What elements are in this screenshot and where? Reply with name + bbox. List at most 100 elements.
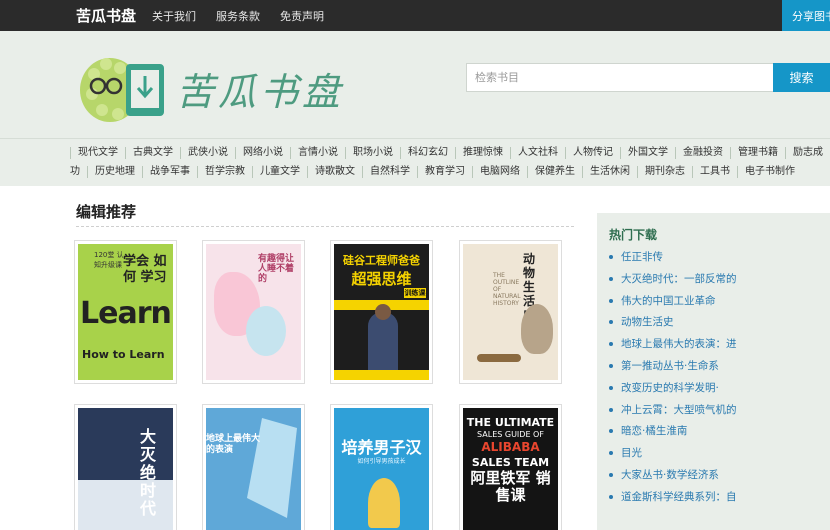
cover-big-text: Learn [80,296,172,331]
category-link[interactable]: 战争军事 [142,166,197,178]
category-link[interactable]: 古典文学 [125,147,180,159]
category-link[interactable]: 科幻玄幻 [400,147,455,159]
book-cover-card[interactable]: 硅谷工程师爸爸 超强思维 训练课 [330,240,433,384]
bullet-icon [609,320,613,325]
hot-download-item[interactable]: 道金斯科学经典系列：自 [609,489,737,511]
category-link[interactable]: 推理惊悚 [455,147,510,159]
cover-tagline: How to Learn [82,348,165,361]
bullet-icon [609,363,613,368]
category-link[interactable]: 管理书籍 [730,147,785,159]
category-link[interactable]: 电脑网络 [472,166,527,178]
category-link[interactable]: 武侠小说 [180,147,235,159]
category-link[interactable]: 功 [70,166,87,178]
cover-illustration [246,306,286,356]
bitter-gourd-logo-icon[interactable] [80,50,170,130]
book-cover-image[interactable]: 地球上最伟大的表演 [206,408,301,530]
hot-download-item[interactable]: 伟大的中国工业革命 [609,293,737,315]
book-cover-card[interactable]: 有趣得让人睡不着的 [202,240,305,384]
hot-download-link[interactable]: 大家丛书·数学经济系 [621,469,719,481]
hot-download-link[interactable]: 第一推动丛书·生命系 [621,360,719,372]
bullet-icon [609,429,613,434]
hot-download-item[interactable]: 地球上最伟大的表演：进 [609,336,737,358]
category-link[interactable]: 言情小说 [290,147,345,159]
bullet-icon [609,276,613,281]
hot-download-item[interactable]: 暗恋·橘生淮南 [609,423,737,445]
logo-wordmark[interactable]: 苦瓜书盘 [176,61,344,116]
hot-download-item[interactable]: 大家丛书·数学经济系 [609,467,737,489]
book-cover-card[interactable]: 大灭绝时代 [74,404,177,530]
category-link[interactable]: 生活休闲 [582,166,637,178]
category-link[interactable]: 网络小说 [235,147,290,159]
book-cover-image[interactable]: 有趣得让人睡不着的 [206,244,301,380]
cover-title: 地球上最伟大的表演 [206,434,261,455]
book-cover-image[interactable]: THE ULTIMATE SALES GUIDE OF ALIBABA SALE… [463,408,558,530]
cover-illustration [368,312,398,374]
hot-download-link[interactable]: 目光 [621,447,642,459]
hot-download-link[interactable]: 道金斯科学经典系列：自 [621,491,737,503]
nav-about[interactable]: 关于我们 [152,8,196,24]
book-cover-image[interactable]: 动物生活史 THE OUTLINE OF NATURAL HISTORY [463,244,558,380]
category-link[interactable]: 工具书 [692,166,737,178]
category-link[interactable]: 金融投资 [675,147,730,159]
category-link[interactable]: 电子书制作 [737,166,802,178]
category-link[interactable]: 职场小说 [345,147,400,159]
hot-download-item[interactable]: 第一推动丛书·生命系 [609,358,737,380]
category-link[interactable]: 保健养生 [527,166,582,178]
hot-download-link[interactable]: 地球上最伟大的表演：进 [621,338,737,350]
category-link[interactable]: 现代文学 [70,147,125,159]
cover-illustration [375,304,391,320]
book-cover-card[interactable]: 120堂 认知升级课 学会 如何 学习 Learn How to Learn [74,240,177,384]
category-nav: 现代文学 古典文学 武侠小说 网络小说 言情小说 职场小说 科幻玄幻 推理惊悚 人文社科 人物传记… [0,139,830,186]
book-cover-image[interactable]: 硅谷工程师爸爸 超强思维 训练课 [334,244,429,380]
editor-picks-title: 编辑推荐 [76,203,137,221]
hot-download-link[interactable]: 暗恋·橘生淮南 [621,425,687,437]
site-header: 苦瓜书盘 搜索 [0,31,830,139]
cover-band [334,370,429,380]
share-book-button[interactable]: 分享图书 [782,0,830,31]
nav-disclaimer[interactable]: 免责声明 [280,8,324,24]
category-link[interactable]: 诗歌散文 [307,166,362,178]
hot-download-item[interactable]: 冲上云霄：大型喷气机的 [609,402,737,424]
book-cover-card[interactable]: THE ULTIMATE SALES GUIDE OF ALIBABA SALE… [459,404,562,530]
cover-title: 超强思维 [351,270,412,288]
book-cover-card[interactable]: 地球上最伟大的表演 [202,404,305,530]
category-link[interactable]: 自然科学 [362,166,417,178]
hot-download-item[interactable]: 目光 [609,445,737,467]
hot-download-link[interactable]: 动物生活史 [621,316,674,328]
cover-subtitle: 如何引导男孩成长 [357,458,406,465]
category-link[interactable]: 外国文学 [620,147,675,159]
hot-download-link[interactable]: 伟大的中国工业革命 [621,295,716,307]
book-cover-image[interactable]: 培养男子汉 如何引导男孩成长 [334,408,429,530]
hot-download-link[interactable]: 冲上云霄：大型喷气机的 [621,404,737,416]
book-cover-card[interactable]: 动物生活史 THE OUTLINE OF NATURAL HISTORY [459,240,562,384]
hot-download-item[interactable]: 改变历史的科学发明· [609,380,737,402]
category-link[interactable]: 励志成 [785,147,830,159]
category-row-1: 现代文学 古典文学 武侠小说 网络小说 言情小说 职场小说 科幻玄幻 推理惊悚 人文社科 人物传记… [70,147,830,165]
category-link[interactable]: 人物传记 [565,147,620,159]
book-cover-image[interactable]: 大灭绝时代 [78,408,173,530]
hot-download-link[interactable]: 大灭绝时代：一部反常的 [621,273,737,285]
bullet-icon [609,472,613,477]
book-cover-image[interactable]: 120堂 认知升级课 学会 如何 学习 Learn How to Learn [78,244,173,380]
book-cover-card[interactable]: 培养男子汉 如何引导男孩成长 [330,404,433,530]
hot-download-item[interactable]: 动物生活史 [609,314,737,336]
search-input[interactable] [466,63,774,92]
category-link[interactable]: 教育学习 [417,166,472,178]
nav-terms[interactable]: 服务条款 [216,8,260,24]
cover-english-line: THE ULTIMATE [466,416,555,429]
hot-downloads-title: 热门下载 [609,228,658,242]
hot-download-link[interactable]: 任正非传 [621,251,663,263]
hot-download-item[interactable]: 任正非传 [609,249,737,271]
category-link[interactable]: 历史地理 [87,166,142,178]
hot-download-item[interactable]: 大灭绝时代：一部反常的 [609,271,737,293]
category-link[interactable]: 期刊杂志 [637,166,692,178]
category-link[interactable]: 人文社科 [510,147,565,159]
category-link[interactable]: 儿童文学 [252,166,307,178]
hot-download-link[interactable]: 改变历史的科学发明· [621,382,719,394]
site-brand[interactable]: 苦瓜书盘 [76,5,136,26]
bullet-icon [609,298,613,303]
bullet-icon [609,385,613,390]
category-link[interactable]: 哲学宗教 [197,166,252,178]
search-button[interactable]: 搜索 [773,63,830,92]
cover-illustration [521,304,553,354]
